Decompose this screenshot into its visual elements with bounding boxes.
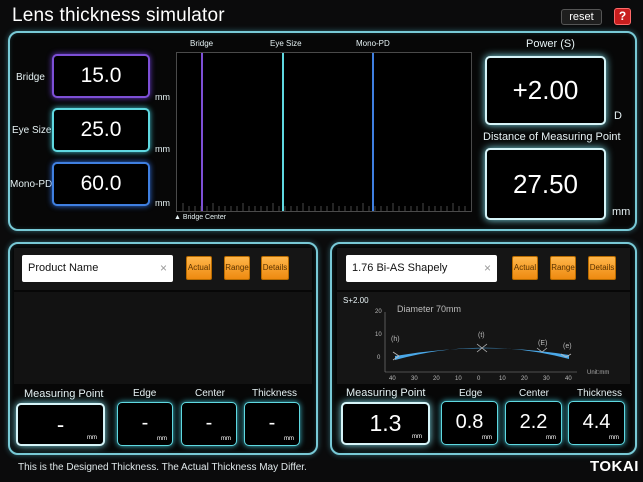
profile-marker-e-lower: (e) [563,343,572,350]
disclaimer-text: This is the Designed Thickness. The Actu… [18,462,307,473]
right-details-button[interactable]: Details [588,256,616,280]
profile-x-tick: 0 [477,376,481,382]
power-unit: D [614,110,622,122]
profile-x-tick: 30 [543,376,550,382]
eye-size-unit: mm [155,144,170,154]
measuring-distance-label: Distance of Measuring Point [483,131,621,143]
bridge-center-label: ▲ Bridge Center [174,214,227,221]
measuring-distance-unit: mm [612,206,631,218]
profile-x-tick: 40 [565,376,572,382]
diagram-mono-pd-label: Mono-PD [356,39,390,48]
measuring-distance-value: 27.50 [512,169,579,199]
eye-size-input[interactable]: 25.0 [52,108,150,152]
power-label: Power (S) [526,38,575,50]
right-center-value: 2.2 [519,411,548,433]
profile-marker-t: (t) [478,332,485,339]
right-thickness-unit: mm [609,435,619,441]
profile-y-tick-10: 10 [375,332,382,338]
diagram-scale [182,203,466,211]
left-measuring-point-label: Measuring Point [24,388,104,400]
app-title: Lens thickness simulator [12,5,225,26]
right-edge-unit: mm [482,435,492,441]
lens-profile-area: S+2.00 Diameter 70mm 20 10 0 (h) (t) (E)… [337,292,630,384]
right-thickness-label: Thickness [577,388,623,399]
mono-pd-label: Mono-PD [10,179,53,190]
bridge-unit: mm [155,92,170,102]
right-measuring-point-label: Measuring Point [346,387,426,399]
profile-marker-e-upper: (E) [538,340,548,347]
left-measuring-point-box: - mm [16,403,105,446]
eye-size-label: Eye Size [12,125,52,136]
diagram-bridge-label: Bridge [190,39,214,48]
bridge-input[interactable]: 15.0 [52,54,150,98]
right-thickness-value: 4.4 [582,411,611,433]
left-thickness-value: - [268,412,276,434]
left-actual-button[interactable]: Actual [186,256,212,280]
right-measuring-point-value: 1.3 [369,410,402,436]
eye-size-value: 25.0 [80,118,122,141]
right-actual-button[interactable]: Actual [512,256,538,280]
right-measuring-point-box: 1.3 mm [341,402,430,445]
left-edge-box: - mm [117,402,173,446]
left-edge-value: - [141,412,149,434]
profile-x-tick: 10 [499,376,506,382]
mono-pd-unit: mm [155,198,170,208]
right-clear-icon[interactable]: × [484,255,491,281]
profile-diameter-label: Diameter 70mm [397,304,462,314]
frame-diagram [176,52,472,212]
left-product-field[interactable]: Product Name × [22,255,173,282]
profile-y-tick-0: 0 [377,355,381,361]
reset-button[interactable]: reset [561,9,602,25]
measuring-distance-input[interactable]: 27.50 [485,148,606,220]
profile-y-tick-20: 20 [375,309,382,315]
left-center-value: - [205,412,213,434]
frame-diagram-svg [182,53,466,211]
mono-pd-input[interactable]: 60.0 [52,162,150,206]
profile-x-tick: 10 [455,376,462,382]
power-input[interactable]: +2.00 [485,56,606,125]
left-center-label: Center [195,388,226,399]
right-measuring-point-unit: mm [412,434,422,440]
right-product-field[interactable]: 1.76 Bi-AS Shapely × [346,255,497,282]
mono-pd-value: 60.0 [80,172,122,195]
bridge-value: 15.0 [80,64,122,87]
left-profile-area [14,292,312,384]
help-button[interactable]: ? [614,8,631,25]
left-thickness-label: Thickness [252,388,298,399]
brand-logo: TOKAI [590,458,639,475]
left-center-unit: mm [221,436,231,442]
diagram-eye-size-label: Eye Size [270,39,302,48]
right-center-unit: mm [546,435,556,441]
left-edge-label: Edge [133,388,157,399]
left-measuring-point-unit: mm [87,435,97,441]
left-clear-icon[interactable]: × [160,255,167,281]
left-edge-unit: mm [157,436,167,442]
left-thickness-box: - mm [244,402,300,446]
profile-power-label: S+2.00 [343,296,369,305]
right-edge-label: Edge [459,388,483,399]
bridge-label: Bridge [16,72,45,83]
profile-x-tick: 20 [433,376,440,382]
right-thickness-box: 4.4 mm [568,401,625,445]
profile-x-tick: 40 [389,376,396,382]
profile-x-ticks: 40 30 20 10 0 10 20 30 40 [337,376,630,384]
lens-shape [395,347,569,360]
left-range-button[interactable]: Range [224,256,250,280]
left-center-box: - mm [181,402,237,446]
left-details-button[interactable]: Details [261,256,289,280]
left-measuring-point-value: - [56,412,65,437]
left-thickness-unit: mm [284,436,294,442]
left-product-name: Product Name [28,262,99,274]
profile-x-tick: 30 [411,376,418,382]
right-range-button[interactable]: Range [550,256,576,280]
profile-unit-label: Unit:mm [587,370,610,376]
right-product-name: 1.76 Bi-AS Shapely [352,262,448,274]
right-edge-box: 0.8 mm [441,401,498,445]
power-value: +2.00 [512,75,579,105]
right-edge-value: 0.8 [455,411,484,433]
right-center-box: 2.2 mm [505,401,562,445]
right-center-label: Center [519,388,550,399]
profile-marker-h: (h) [391,336,400,343]
profile-x-tick: 20 [521,376,528,382]
